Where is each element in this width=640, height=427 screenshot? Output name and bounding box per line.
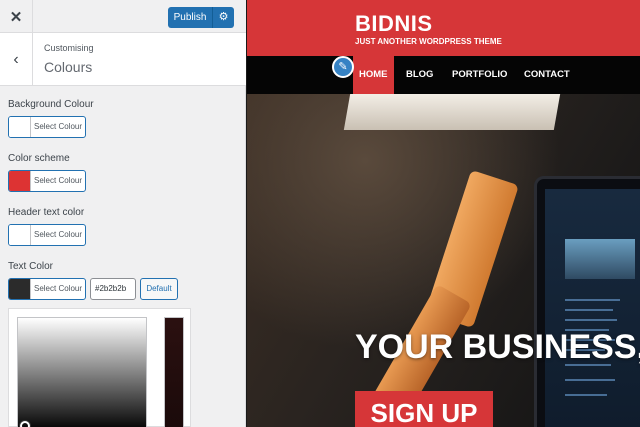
chevron-left-icon: ‹ [13, 50, 19, 68]
background-colour-swatch [9, 117, 31, 137]
text-color-swatch [9, 279, 31, 299]
site-preview: BIDNIS JUST ANOTHER WORDPRESS THEME HOME… [247, 0, 640, 427]
select-colour-text: Select Colour [33, 284, 83, 293]
text-color-select-button[interactable]: Select Colour [8, 278, 86, 300]
nav-item-portfolio[interactable]: PORTFOLIO [446, 56, 513, 94]
background-colour-label: Background Colour [8, 99, 94, 110]
site-header: BIDNIS JUST ANOTHER WORDPRESS THEME [247, 0, 640, 56]
close-customizer-button[interactable]: ✕ [0, 0, 33, 33]
nav-item-contact[interactable]: CONTACT [518, 56, 576, 94]
back-button[interactable]: ‹ [0, 33, 33, 86]
section-title: Colours [44, 59, 93, 75]
site-title[interactable]: BIDNIS [355, 11, 433, 37]
publish-label: Publish [168, 7, 213, 28]
color-scheme-label: Color scheme [8, 153, 70, 164]
site-navigation: HOME BLOG PORTFOLIO CONTACT [247, 56, 640, 94]
section-header: ‹ Customising Colours [0, 33, 246, 86]
text-color-label: Text Color [8, 261, 54, 272]
default-button[interactable]: Default [140, 278, 178, 300]
hero-image-screen-line [565, 394, 607, 396]
customizer-panel: ✕ Publish ⚙ ‹ Customising Colours Backgr… [0, 0, 246, 427]
breadcrumb: Customising [44, 43, 94, 53]
customizer-topbar: ✕ Publish ⚙ [0, 0, 246, 33]
hero-image-screen-line [565, 299, 620, 301]
color-picker [8, 308, 191, 427]
hero-image-screen-line [565, 319, 617, 321]
picker-handle[interactable] [20, 421, 30, 427]
close-icon: ✕ [9, 8, 23, 26]
color-scheme-swatch [9, 171, 31, 191]
hero-image-laptop [534, 176, 640, 427]
select-colour-text: Select Colour [33, 176, 83, 185]
hue-slider[interactable] [164, 317, 184, 427]
sign-up-button[interactable]: SIGN UP [355, 391, 493, 427]
select-colour-text: Select Colour [33, 122, 83, 131]
hero-image-screen-photo [565, 239, 635, 279]
hero-section: YOUR BUSINESS, SIGN UP [247, 94, 640, 427]
hex-color-input[interactable]: #2b2b2b [90, 278, 136, 300]
site-tagline: JUST ANOTHER WORDPRESS THEME [355, 37, 502, 46]
header-text-color-label: Header text color [8, 207, 85, 218]
background-colour-select-button[interactable]: Select Colour [8, 116, 86, 138]
header-text-color-swatch [9, 225, 31, 245]
hero-image-screen-line [565, 309, 613, 311]
gear-icon[interactable]: ⚙ [213, 7, 234, 28]
select-colour-text: Select Colour [33, 230, 83, 239]
color-scheme-select-button[interactable]: Select Colour [8, 170, 86, 192]
saturation-field[interactable] [17, 317, 147, 427]
pencil-icon[interactable]: ✎ [332, 56, 354, 78]
hero-image-screen-line [565, 379, 615, 381]
nav-item-blog[interactable]: BLOG [400, 56, 439, 94]
nav-item-home[interactable]: HOME [353, 56, 394, 94]
header-text-color-select-button[interactable]: Select Colour [8, 224, 86, 246]
hero-image-laptop-screen [545, 189, 640, 427]
hero-heading: YOUR BUSINESS, [355, 328, 640, 366]
hero-image-lamp-shade [343, 94, 561, 130]
publish-button[interactable]: Publish ⚙ [168, 7, 234, 28]
